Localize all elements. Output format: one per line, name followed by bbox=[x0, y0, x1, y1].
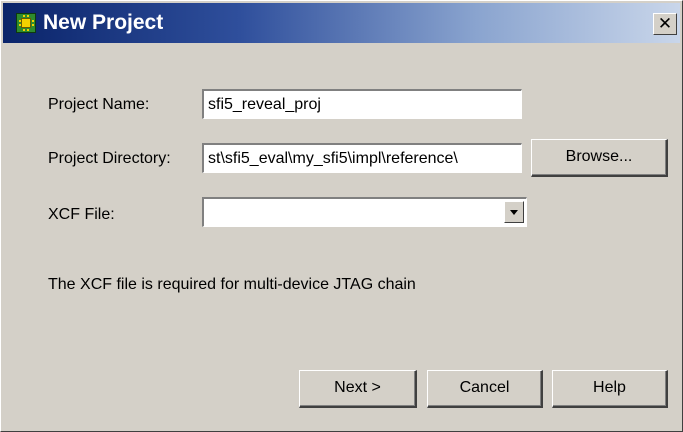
reveal-app-icon bbox=[16, 13, 36, 33]
next-button[interactable]: Next > bbox=[299, 370, 417, 408]
title-bar[interactable]: New Project ✕ bbox=[3, 3, 680, 43]
browse-button[interactable]: Browse... bbox=[531, 139, 668, 177]
project-directory-input[interactable] bbox=[202, 143, 522, 173]
close-button[interactable]: ✕ bbox=[653, 13, 677, 35]
xcf-info-text: The XCF file is required for multi-devic… bbox=[48, 276, 416, 293]
project-name-input[interactable] bbox=[202, 89, 522, 119]
help-button[interactable]: Help bbox=[552, 370, 668, 408]
xcf-file-dropdown-button[interactable] bbox=[504, 201, 524, 223]
project-name-label: Project Name: bbox=[48, 96, 150, 113]
chevron-down-icon bbox=[510, 210, 518, 215]
cancel-button[interactable]: Cancel bbox=[427, 370, 543, 408]
xcf-file-label: XCF File: bbox=[48, 206, 115, 223]
xcf-file-combobox[interactable] bbox=[202, 197, 527, 227]
new-project-dialog: New Project ✕ Project Name: Project Dire… bbox=[0, 0, 683, 432]
window-title: New Project bbox=[43, 11, 164, 34]
close-icon: ✕ bbox=[657, 14, 673, 33]
project-directory-label: Project Directory: bbox=[48, 150, 171, 167]
